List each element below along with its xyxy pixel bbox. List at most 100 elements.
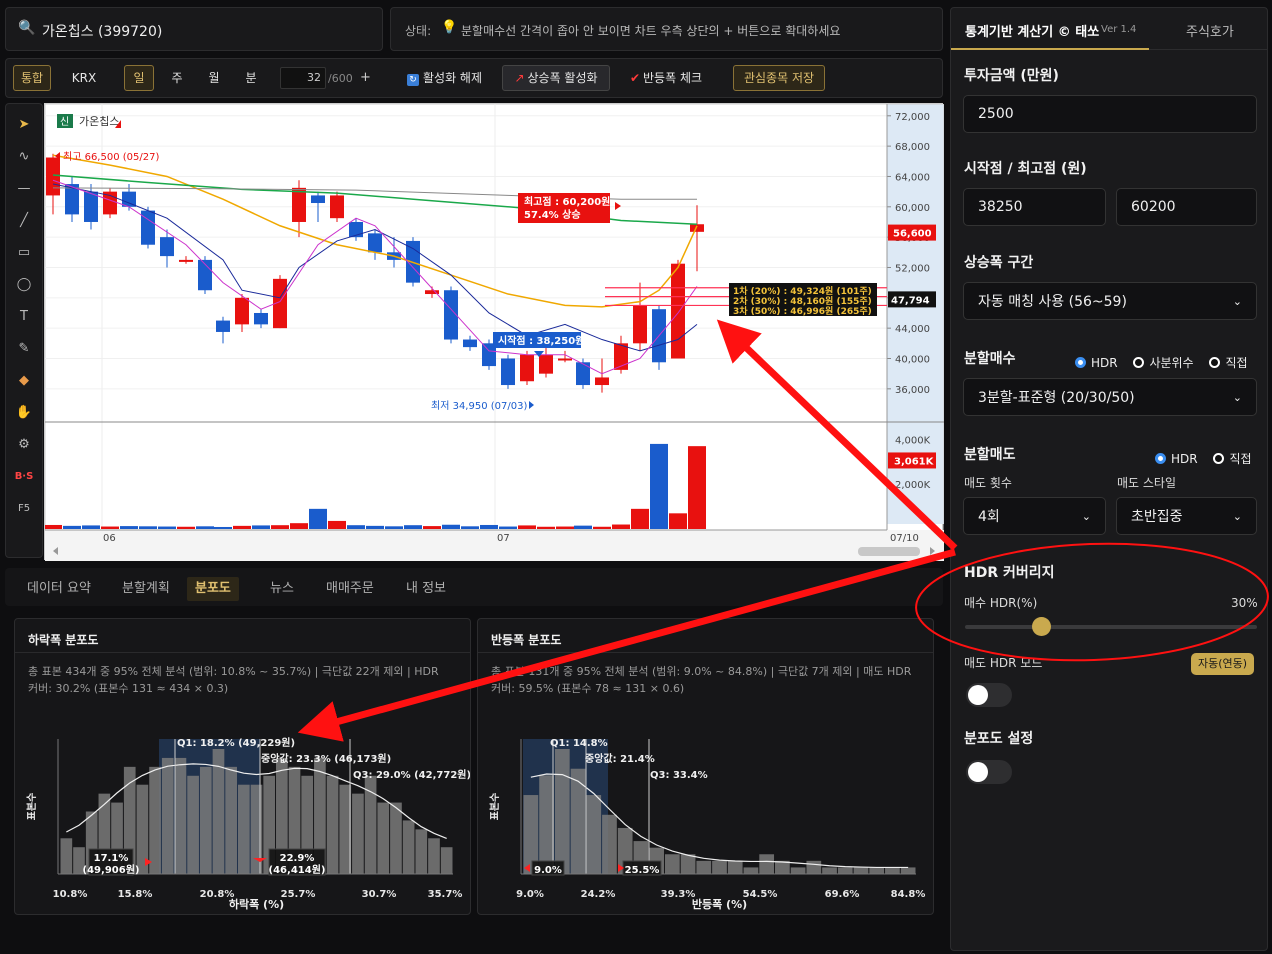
- right-arrow-icon: [529, 401, 534, 409]
- high-note: 최고 66,500 (05/27): [63, 151, 159, 163]
- count-plus-button[interactable]: +: [360, 70, 371, 85]
- hist-bar: [174, 757, 187, 874]
- hist-bar: [869, 867, 885, 874]
- tab-1[interactable]: 분할계획: [114, 577, 178, 601]
- price-chart-svg: 72,00068,00064,00060,00056,00052,00048,0…: [45, 104, 944, 561]
- split-buy-label: 분할매수: [964, 351, 1016, 367]
- range-value: 자동 매칭 사용 (56~59): [978, 294, 1127, 310]
- chart-toolbar: 통합 KRX 일 주 월 분 32 /600 + ↻ 활성화 해제 ↗ 상승폭 활성…: [5, 58, 943, 98]
- f5-icon[interactable]: F5: [11, 496, 37, 522]
- volume-tick-label: 2,000K: [895, 480, 931, 491]
- split-buy-hdr-radio[interactable]: HDR: [1075, 356, 1118, 370]
- integrated-button[interactable]: 통합: [13, 65, 51, 91]
- hline-icon[interactable]: —: [11, 176, 37, 202]
- rise-activate-button[interactable]: ↗ 상승폭 활성화: [502, 65, 610, 91]
- split-buy-quartile-radio[interactable]: 사분위수: [1133, 356, 1194, 370]
- volume-bar: [366, 525, 384, 529]
- volume-bar: [271, 525, 289, 529]
- price-tick-label: 52,000: [895, 263, 930, 274]
- split-sell-hdr-radio[interactable]: HDR: [1155, 452, 1198, 466]
- split-sell-direct-radio[interactable]: 직접: [1213, 452, 1252, 466]
- peak-box-line2: 57.4% 상승: [524, 208, 581, 221]
- volume-bar: [650, 443, 668, 529]
- quartile-label: 중앙값: 23.3% (46,173원): [261, 752, 391, 765]
- hist-bar: [364, 775, 377, 874]
- chevron-down-icon: ⌄: [1232, 509, 1242, 523]
- tab-2[interactable]: 분포도: [187, 577, 239, 601]
- count-max: /600: [328, 72, 353, 85]
- volume-bar: [612, 524, 630, 529]
- tab-5[interactable]: 내 정보: [398, 577, 454, 601]
- status-bar: 상태: 💡 분할매수선 간격이 좁아 안 보이면 차트 우측 상단의 + 버튼으…: [390, 7, 943, 51]
- candle-body: [576, 362, 590, 386]
- toggle-knob: [968, 762, 988, 782]
- tab-0[interactable]: 데이터 요약: [19, 577, 99, 601]
- candle-body: [690, 224, 704, 232]
- sell-count-select[interactable]: 4회 ⌄: [963, 497, 1106, 535]
- gear-icon[interactable]: ⚙: [11, 432, 37, 458]
- krx-button[interactable]: KRX: [64, 65, 104, 91]
- split-sell-opt-1: 직접: [1229, 452, 1252, 466]
- split-buy-opt-1: 사분위수: [1149, 356, 1194, 370]
- eraser-icon[interactable]: ◆: [11, 368, 37, 394]
- x-tick-label: 24.2%: [581, 889, 616, 900]
- bs-icon[interactable]: B·S: [11, 464, 37, 490]
- rect-icon[interactable]: ▭: [11, 240, 37, 266]
- buy-hdr-slider-thumb[interactable]: [1031, 617, 1051, 636]
- high-price-input[interactable]: 60200: [1116, 188, 1257, 226]
- buy-hdr-slider-track[interactable]: [965, 625, 1257, 629]
- hist-bar: [440, 847, 453, 874]
- range-select[interactable]: 자동 매칭 사용 (56~59) ⌄: [963, 282, 1257, 320]
- minute-button[interactable]: 분: [236, 65, 266, 91]
- start-price-input[interactable]: 38250: [963, 188, 1106, 226]
- x-label: 06: [103, 533, 116, 544]
- rebound-check-button[interactable]: ✔ 반등폭 체크: [621, 65, 711, 91]
- hand-icon[interactable]: ✋: [11, 400, 37, 426]
- price-tick-label: 40,000: [895, 354, 930, 365]
- brush-icon[interactable]: ✎: [11, 336, 37, 362]
- x-tick-label: 69.6%: [825, 889, 860, 900]
- invest-input[interactable]: 2500: [963, 95, 1257, 133]
- x-tick-label: 25.7%: [281, 889, 316, 900]
- hist-bar: [352, 793, 364, 874]
- stock-name: 가온칩스 (399720): [42, 24, 163, 40]
- chart-area[interactable]: 72,00068,00064,00060,00056,00052,00048,0…: [44, 103, 944, 561]
- buy-hdr-label: 매수 HDR(%): [964, 596, 1038, 610]
- hist-bar: [727, 860, 743, 874]
- drop-dist-divider: [15, 652, 470, 653]
- tab-3[interactable]: 뉴스: [262, 577, 302, 601]
- trend-icon[interactable]: ∿: [11, 144, 37, 170]
- arrow-icon[interactable]: ➤: [11, 112, 37, 138]
- hist-bar: [161, 757, 174, 874]
- bulb-icon: 💡: [441, 20, 458, 35]
- volume-bar: [688, 446, 706, 529]
- sell-style-select[interactable]: 초반집중 ⌄: [1116, 497, 1257, 535]
- stock-search-box[interactable]: 🔍 가온칩스 (399720): [5, 7, 383, 51]
- tab-orderbook[interactable]: 주식호가: [1186, 21, 1234, 40]
- count-input[interactable]: 32: [280, 67, 326, 89]
- ellipse-icon[interactable]: ◯: [11, 272, 37, 298]
- tab-4[interactable]: 매매주문: [318, 577, 382, 601]
- rebound-histogram-svg: Q1: 14.8% 중앙값: 21.4% Q3: 33.4% 9.0% 24.2% 39.…: [489, 738, 925, 911]
- deactivate-button[interactable]: ↻ 활성화 해제: [400, 65, 492, 91]
- volume-bar: [537, 526, 555, 529]
- text-icon[interactable]: T: [11, 304, 37, 330]
- calc-tab-active[interactable]: 통계기반 계산기 © 태쏘 Ver 1.4: [951, 8, 1149, 50]
- volume-bar: [631, 508, 649, 529]
- dist-setting-toggle[interactable]: [966, 760, 1012, 784]
- quartile-label: Q1: 18.2% (49,229원): [177, 736, 295, 749]
- split-buy-direct-radio[interactable]: 직접: [1209, 356, 1248, 370]
- day-button[interactable]: 일: [124, 65, 154, 91]
- start-value: 38250: [978, 199, 1023, 215]
- radio-off-icon: [1213, 453, 1225, 464]
- chart-stock-name: 가온칩스: [79, 115, 119, 128]
- high-value: 60200: [1131, 199, 1176, 215]
- save-watchlist-button[interactable]: 관심종목 저장: [733, 65, 825, 91]
- line-icon[interactable]: ╱: [11, 208, 37, 234]
- week-button[interactable]: 주: [162, 65, 192, 91]
- hist-bar: [743, 867, 759, 874]
- month-button[interactable]: 월: [199, 65, 229, 91]
- sell-hdr-mode-toggle[interactable]: [966, 683, 1012, 707]
- drop-dist-title: 하락폭 분포도: [28, 633, 99, 647]
- split-buy-select[interactable]: 3분할-표준형 (20/30/50) ⌄: [963, 378, 1257, 416]
